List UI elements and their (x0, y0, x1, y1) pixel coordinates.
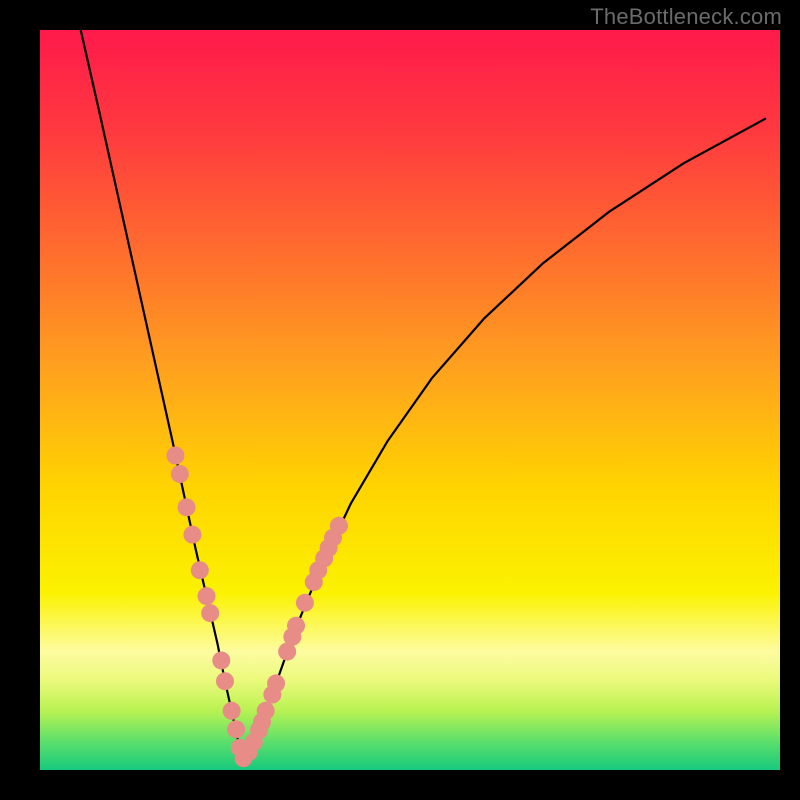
data-marker (198, 587, 216, 605)
data-marker (201, 604, 219, 622)
bottleneck-curve-left (81, 30, 243, 759)
curve-layer (40, 30, 780, 770)
data-marker (287, 617, 305, 635)
data-marker (330, 517, 348, 535)
chart-frame: TheBottleneck.com (0, 0, 800, 800)
data-marker (216, 672, 234, 690)
bottleneck-curve-right (243, 119, 765, 759)
data-marker (166, 447, 184, 465)
data-marker (227, 720, 245, 738)
data-marker (171, 465, 189, 483)
data-marker (223, 702, 241, 720)
data-marker (212, 651, 230, 669)
plot-area (40, 30, 780, 770)
data-marker (257, 702, 275, 720)
marker-group (166, 447, 348, 768)
data-marker (191, 561, 209, 579)
data-marker (296, 594, 314, 612)
watermark-text: TheBottleneck.com (590, 4, 782, 30)
data-marker (267, 674, 285, 692)
data-marker (178, 498, 196, 516)
data-marker (183, 526, 201, 544)
